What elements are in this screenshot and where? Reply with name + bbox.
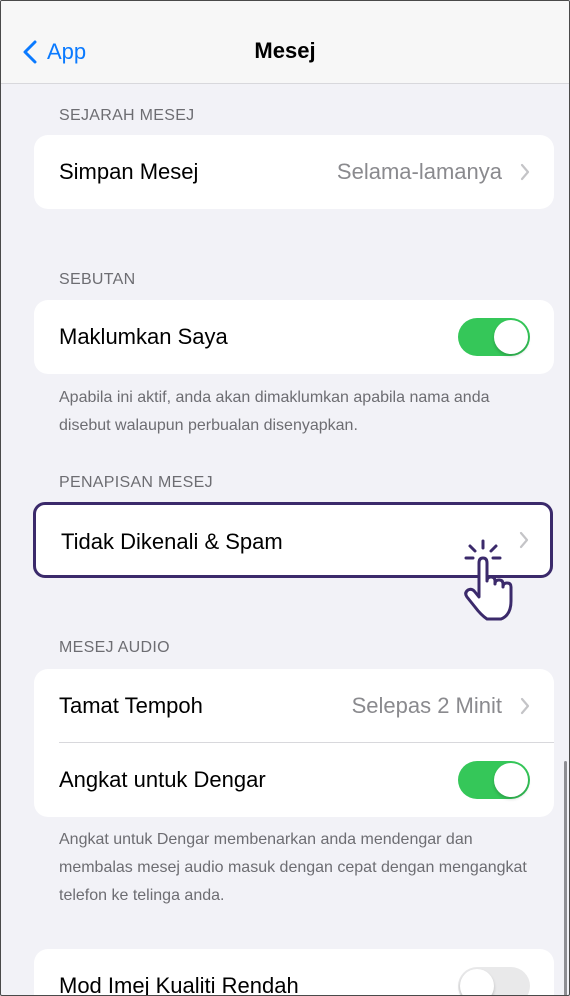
- low-quality-toggle[interactable]: [458, 967, 530, 995]
- raise-to-listen-label: Angkat untuk Dengar: [59, 767, 266, 792]
- section-header-audio: MESEJ AUDIO: [59, 639, 170, 656]
- keep-messages-row[interactable]: Simpan Mesej Selama-lamanya: [34, 135, 554, 209]
- expire-row[interactable]: Tamat Tempoh Selepas 2 Minit: [34, 669, 554, 743]
- hand-pointer-icon: [464, 539, 513, 621]
- raise-to-listen-toggle[interactable]: [458, 761, 530, 799]
- section-header-filtering: PENAPISAN MESEJ: [59, 474, 213, 491]
- section-header-history: SEJARAH MESEJ: [59, 107, 195, 124]
- mentions-footer: Apabila ini aktif, anda akan dimaklumkan…: [59, 389, 490, 434]
- raise-to-listen-row: Angkat untuk Dengar: [34, 743, 554, 817]
- toggle-knob: [460, 969, 494, 995]
- keep-messages-value: Selama-lamanya: [336, 159, 502, 184]
- image-group: Mod Imej Kualiti Rendah: [34, 949, 554, 996]
- page-title: Mesej: [254, 38, 316, 63]
- notify-me-row: Maklumkan Saya: [34, 300, 554, 374]
- expire-value: Selepas 2 Minit: [351, 693, 502, 718]
- expire-label: Tamat Tempoh: [59, 693, 203, 718]
- toggle-knob: [494, 320, 528, 354]
- keep-messages-label: Simpan Mesej: [59, 159, 199, 184]
- notify-me-toggle[interactable]: [458, 318, 530, 356]
- scrollbar[interactable]: [564, 761, 567, 995]
- low-quality-row: Mod Imej Kualiti Rendah: [34, 949, 554, 996]
- chevron-right-icon: [520, 697, 530, 715]
- low-quality-label: Mod Imej Kualiti Rendah: [59, 973, 299, 996]
- audio-footer: Angkat untuk Dengar membenarkan anda men…: [59, 831, 527, 904]
- notify-me-label: Maklumkan Saya: [59, 324, 228, 349]
- chevron-right-icon: [520, 163, 530, 181]
- settings-screen: App Mesej SEJARAH MESEJ Simpan Mesej Sel…: [0, 0, 570, 996]
- toggle-knob: [494, 763, 528, 797]
- audio-group: Tamat Tempoh Selepas 2 Minit Angkat untu…: [34, 669, 554, 817]
- section-header-mentions: SEBUTAN: [59, 271, 136, 288]
- navigation-bar: App Mesej: [1, 1, 569, 84]
- history-group: Simpan Mesej Selama-lamanya: [34, 135, 554, 209]
- unknown-spam-label: Tidak Dikenali & Spam: [61, 529, 283, 554]
- mentions-group: Maklumkan Saya: [34, 300, 554, 374]
